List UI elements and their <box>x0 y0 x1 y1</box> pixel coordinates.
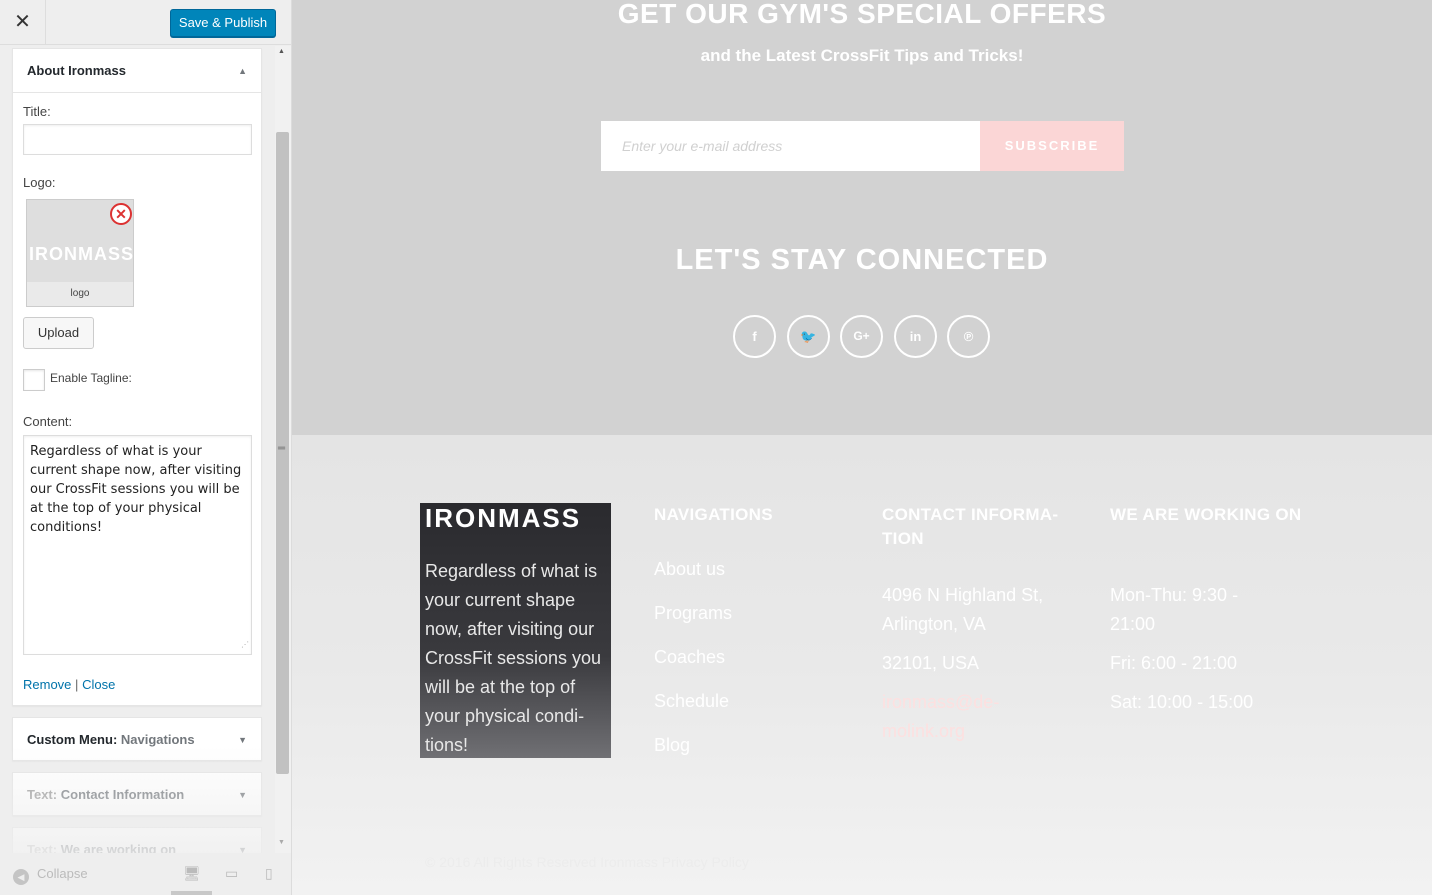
remove-logo-icon[interactable]: ✕ <box>110 203 132 225</box>
twitter-icon[interactable]: 🐦 <box>787 315 830 358</box>
offers-subtitle: and the Latest CrossFit Tips and Tricks! <box>700 46 1024 65</box>
resize-handle-icon[interactable]: ⋰ <box>241 635 249 654</box>
widget-custom-menu[interactable]: Custom Menu: Navigations ▼ <box>12 717 262 761</box>
footer-work-hours: Mon-Thu: 9:30 - 21:00 <box>1110 585 1239 634</box>
customizer-header: ✕ Save & Publish <box>0 0 291 45</box>
footer-work-heading: WE ARE WORKING ON <box>1110 505 1302 524</box>
widget-about-title: About Ironmass <box>27 63 126 78</box>
collapse-icon: ◀ <box>13 869 29 885</box>
collapse-label: Collapse <box>37 866 88 881</box>
footer-nav-link[interactable]: About us <box>654 559 725 580</box>
newsletter-email-input[interactable]: Enter your e-mail address <box>601 121 980 171</box>
widget-contact-information[interactable]: Text: Contact Information ▼ <box>12 772 262 816</box>
footer-about-widget[interactable]: IRONMASS Regardless of what is your curr… <box>420 503 611 758</box>
title-input[interactable] <box>23 124 252 155</box>
linkedin-icon[interactable]: in <box>894 315 937 358</box>
footer-nav-heading: NAVIGATIONS <box>654 505 773 524</box>
actions-separator: | <box>75 677 79 692</box>
enable-tagline-checkbox[interactable] <box>23 369 45 391</box>
footer-contact-zip: 32101, USA <box>882 653 980 673</box>
connect-title: LET'S STAY CONNECTED <box>675 244 1049 276</box>
logo-preview: IRONMASS ✕ logo <box>26 199 134 307</box>
close-customizer-button[interactable]: ✕ <box>0 0 46 45</box>
widget-contact-prefix: Text: <box>27 787 58 802</box>
collapse-button[interactable]: ◀ Collapse <box>13 866 88 885</box>
facebook-icon[interactable]: f <box>733 315 776 358</box>
widget-menu-name: Navigations <box>120 732 195 747</box>
content-textarea[interactable]: Regardless of what is your current shape… <box>23 435 252 655</box>
mobile-preview-icon[interactable]: ▯ <box>265 865 273 882</box>
content-label: Content: <box>23 414 73 429</box>
widget-contact-name: Contact Information <box>60 787 185 802</box>
subscribe-button[interactable]: SUBSCRIBE <box>980 121 1124 171</box>
footer-work-hours: Sat: 10:00 - 15:00 <box>1110 692 1254 712</box>
title-label: Title: <box>23 104 51 119</box>
upload-button[interactable]: Upload <box>23 317 94 349</box>
widget-actions: Remove | Close <box>23 677 115 692</box>
footer-nav-link[interactable]: Blog <box>654 735 690 756</box>
footer-work-hours: Fri: 6:00 - 21:00 <box>1110 653 1238 673</box>
collapse-up-icon[interactable]: ▲ <box>238 49 247 93</box>
logo-thumbnail-text: IRONMASS <box>29 244 133 264</box>
widget-contact-header[interactable]: Text: Contact Information ▼ <box>13 773 261 817</box>
footer-logo: IRONMASS <box>425 503 582 533</box>
scroll-grip-icon: ═ <box>278 443 286 454</box>
site-footer: IRONMASS Regardless of what is your curr… <box>292 435 1432 895</box>
footer-nav-link[interactable]: Programs <box>654 603 732 624</box>
customizer-footer: ◀ Collapse 🖥 ▭ ▯ <box>0 853 291 895</box>
expand-down-icon[interactable]: ▼ <box>238 718 247 762</box>
save-and-publish-button[interactable]: Save & Publish <box>170 9 276 37</box>
customizer-sidebar: ✕ Save & Publish About Ironmass ▲ Title:… <box>0 0 292 895</box>
remove-widget-link[interactable]: Remove <box>23 677 71 692</box>
tablet-preview-icon[interactable]: ▭ <box>225 865 238 882</box>
close-widget-link[interactable]: Close <box>82 677 115 692</box>
footer-about-text: Regardless of what is your current shape… <box>425 561 602 755</box>
pinterest-icon[interactable]: ℗ <box>947 315 990 358</box>
footer-nav-link[interactable]: Schedule <box>654 691 729 712</box>
scroll-down-icon[interactable]: ▼ <box>278 839 285 846</box>
widget-menu-header[interactable]: Custom Menu: Navigations ▼ <box>13 718 261 762</box>
widgets-panel: About Ironmass ▲ Title: Logo: IRONMASS ✕… <box>0 46 275 858</box>
logo-label: Logo: <box>23 175 56 190</box>
content-text: Regardless of what is your current shape… <box>30 444 242 535</box>
footer-copyright: © 2016 All Rights Reserved Ironmass Priv… <box>425 854 749 870</box>
site-preview: GET OUR GYM'S SPECIAL OFFERS and the Lat… <box>292 0 1432 895</box>
expand-down-icon[interactable]: ▼ <box>238 773 247 817</box>
google-plus-icon[interactable]: G+ <box>840 315 883 358</box>
widget-menu-prefix: Custom Menu: <box>27 732 118 747</box>
scroll-up-icon[interactable]: ▲ <box>278 48 285 55</box>
logo-caption: logo <box>70 288 90 299</box>
desktop-preview-icon[interactable]: 🖥 <box>183 865 201 882</box>
offers-title: GET OUR GYM'S SPECIAL OFFERS <box>617 0 1107 29</box>
footer-contact-address: 4096 N Highland St, Arlington, VA <box>882 585 1044 634</box>
footer-contact-heading: CONTACT INFORMA- TION <box>882 505 1059 548</box>
footer-nav-link[interactable]: Coaches <box>654 647 725 668</box>
enable-tagline-label: Enable Tagline: <box>50 371 132 385</box>
sidebar-scrollbar[interactable]: ▲ ═ ▼ <box>275 46 291 858</box>
widget-about-ironmass: About Ironmass ▲ Title: Logo: IRONMASS ✕… <box>12 48 262 706</box>
desktop-active-indicator <box>171 891 212 895</box>
widget-about-header[interactable]: About Ironmass ▲ <box>13 49 261 93</box>
footer-contact-email[interactable]: ironmass@de- molink.org <box>882 688 1032 746</box>
